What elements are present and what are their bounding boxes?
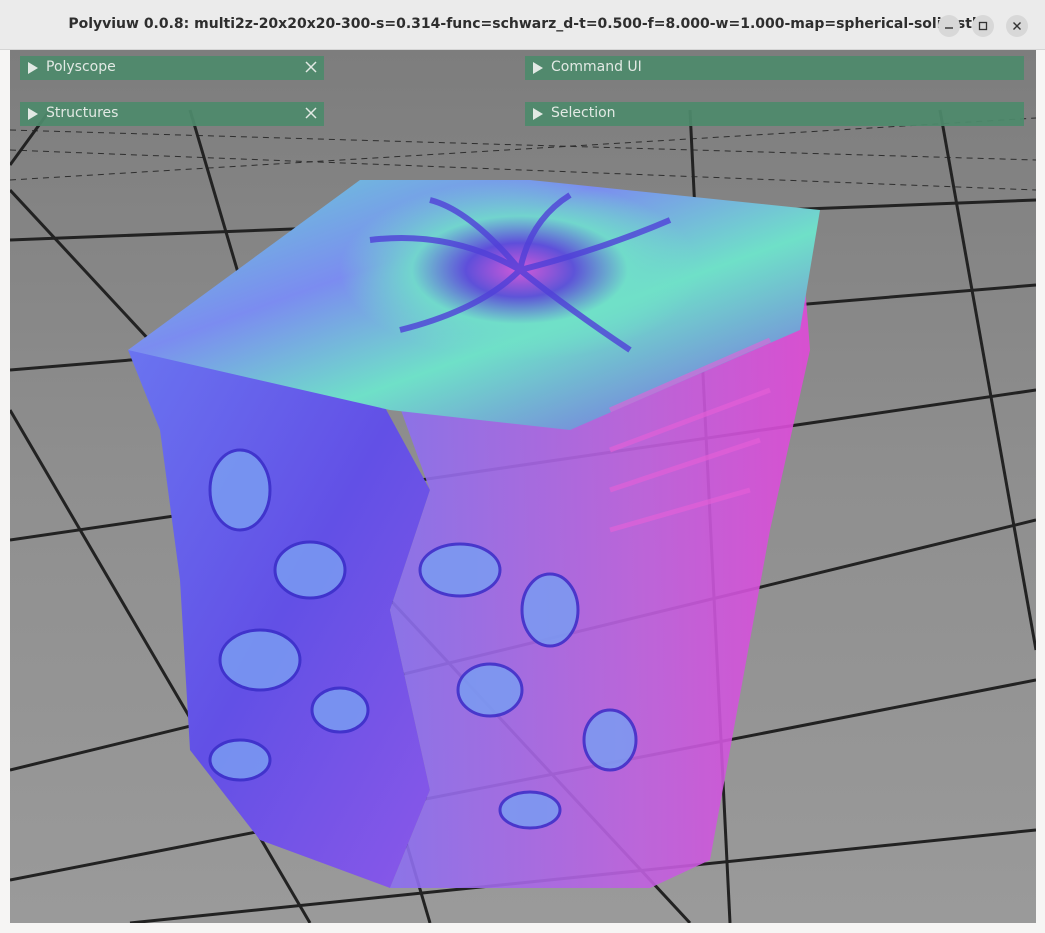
panel-polyscope-label: Polyscope: [46, 59, 116, 75]
expand-arrow-icon[interactable]: [28, 108, 38, 120]
panel-selection-label: Selection: [551, 105, 616, 121]
close-icon: [1013, 22, 1021, 30]
app-window: Polyviuw 0.0.8: multi2z-20x20x20-300-s=0…: [0, 0, 1045, 933]
close-icon[interactable]: [304, 106, 318, 120]
scene-canvas[interactable]: [10, 50, 1036, 923]
minimize-button[interactable]: [938, 15, 960, 37]
window-title: Polyviuw 0.0.8: multi2z-20x20x20-300-s=0…: [68, 16, 977, 32]
expand-arrow-icon[interactable]: [533, 62, 543, 74]
panel-structures-label: Structures: [46, 105, 119, 121]
panel-structures[interactable]: Structures: [20, 102, 324, 126]
close-icon[interactable]: [304, 60, 318, 74]
close-window-button[interactable]: [1006, 15, 1028, 37]
title-bar[interactable]: Polyviuw 0.0.8: multi2z-20x20x20-300-s=0…: [0, 0, 1045, 50]
panel-command-ui-label: Command UI: [551, 59, 642, 75]
panel-selection[interactable]: Selection: [525, 102, 1024, 126]
expand-arrow-icon[interactable]: [28, 62, 38, 74]
minimize-icon: [945, 27, 953, 29]
panel-command-ui[interactable]: Command UI: [525, 56, 1024, 80]
expand-arrow-icon[interactable]: [533, 108, 543, 120]
maximize-icon: [978, 21, 988, 31]
maximize-button[interactable]: [972, 15, 994, 37]
3d-viewport[interactable]: Polyscope Structures Command UI Selectio…: [10, 50, 1036, 923]
panel-polyscope[interactable]: Polyscope: [20, 56, 324, 80]
